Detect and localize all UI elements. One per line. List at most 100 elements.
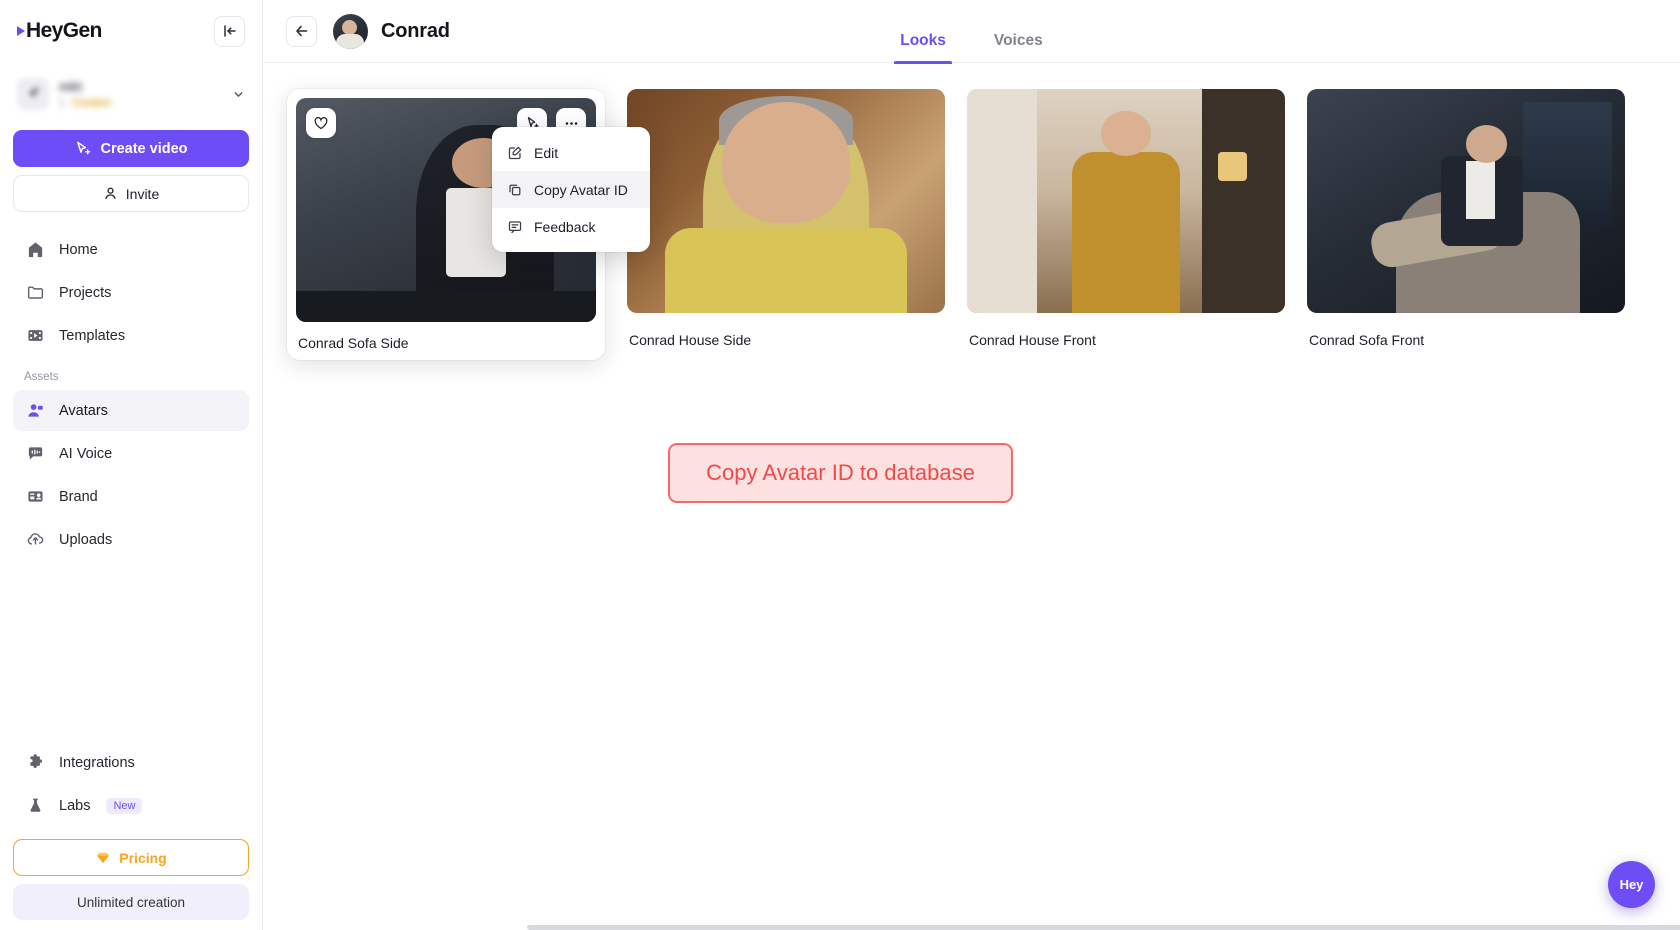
thumb-detail: [1466, 124, 1508, 163]
sidebar-header: HeyGen: [13, 0, 249, 62]
pricing-button[interactable]: Pricing: [13, 839, 249, 876]
look-context-menu: Edit Copy Avatar ID Feedback: [492, 127, 650, 252]
look-card-label: Conrad Sofa Front: [1309, 332, 1425, 348]
sidebar-nav: Home Projects Templates Assets Avatars A…: [13, 229, 249, 560]
invite-label: Invite: [125, 185, 160, 202]
sidebar-item-uploads[interactable]: Uploads: [13, 519, 249, 560]
heart-icon: [314, 117, 328, 130]
thumb-detail: [1100, 111, 1152, 157]
create-video-label: Create video: [100, 140, 188, 157]
pencil-square-icon: [506, 144, 523, 161]
message-icon: [506, 218, 523, 235]
look-thumbnail[interactable]: [967, 89, 1285, 313]
look-thumbnail[interactable]: [1307, 89, 1625, 313]
invite-button[interactable]: Invite: [13, 175, 249, 212]
rocket-icon: [28, 87, 39, 97]
thumb-detail: [1466, 160, 1495, 219]
sidebar-label-projects: Projects: [59, 284, 112, 301]
look-thumbnail[interactable]: [627, 89, 945, 313]
brand-card-icon: [24, 486, 46, 508]
gem-icon: [97, 852, 110, 863]
look-card[interactable]: Conrad Sofa Side Edit Copy Avatar ID Fee…: [287, 89, 650, 360]
logo-play-icon: [17, 26, 25, 36]
help-chat-button[interactable]: Hey: [1608, 861, 1655, 908]
tab-looks-label: Looks: [900, 31, 946, 49]
context-menu-label-copy-avatar-id: Copy Avatar ID: [534, 181, 628, 198]
workspace-selector[interactable]: mkt 1 Creator: [13, 70, 249, 118]
tab-voices[interactable]: Voices: [994, 32, 1043, 63]
voice-bubble-icon: [24, 443, 46, 465]
sidebar-label-avatars: Avatars: [59, 402, 108, 419]
heygen-logo[interactable]: HeyGen: [17, 19, 102, 43]
sidebar-item-avatars[interactable]: Avatars: [13, 390, 249, 431]
home-icon: [24, 239, 46, 261]
sidebar-bottom-nav: Integrations Labs New: [13, 742, 249, 826]
sidebar-collapse-button[interactable]: [214, 15, 245, 47]
thumb-detail: [722, 102, 850, 224]
context-menu-item-copy-avatar-id[interactable]: Copy Avatar ID: [492, 171, 650, 208]
folder-icon: [24, 282, 46, 304]
sidebar: HeyGen mkt 1 Creator Create video Invite…: [0, 0, 263, 930]
thumb-detail: [967, 89, 1037, 313]
horizontal-scrollbar[interactable]: [527, 925, 1680, 930]
sidebar-label-templates: Templates: [59, 327, 126, 344]
look-card[interactable]: Conrad House Front: [967, 89, 1285, 348]
context-menu-label-edit: Edit: [534, 144, 559, 161]
sidebar-label-uploads: Uploads: [59, 531, 113, 548]
sidebar-label-brand: Brand: [59, 488, 98, 505]
film-icon: [24, 325, 46, 347]
panel-collapse-icon: [223, 25, 236, 37]
looks-content: Conrad Sofa Side Edit Copy Avatar ID Fee…: [263, 63, 1680, 930]
unlimited-creation-button[interactable]: Unlimited creation: [13, 884, 249, 920]
look-card-inner: Conrad Sofa Front: [1307, 89, 1625, 348]
back-button[interactable]: [286, 15, 317, 47]
context-menu-item-feedback[interactable]: Feedback: [492, 208, 650, 245]
sidebar-label-ai-voice: AI Voice: [59, 445, 113, 462]
looks-grid: Conrad Sofa Side Edit Copy Avatar ID Fee…: [287, 89, 1656, 360]
sidebar-section-assets: Assets: [24, 371, 59, 383]
sidebar-bottom: Integrations Labs New Pricing Unlimited …: [13, 742, 249, 920]
sidebar-item-brand[interactable]: Brand: [13, 476, 249, 517]
sidebar-item-home[interactable]: Home: [13, 229, 249, 270]
pricing-label: Pricing: [119, 849, 167, 866]
flask-icon: [24, 795, 46, 817]
thumb-detail: [1202, 89, 1285, 313]
sidebar-item-labs[interactable]: Labs New: [13, 785, 249, 826]
look-card-label: Conrad Sofa Side: [298, 335, 409, 351]
main-area: Conrad Looks Voices Conrad Sofa Side Edi…: [263, 0, 1680, 930]
workspace-members: 1: [59, 97, 66, 109]
help-chat-label: Hey: [1619, 877, 1644, 892]
look-card[interactable]: Conrad Sofa Front: [1307, 89, 1625, 348]
context-menu-item-edit[interactable]: Edit: [492, 134, 650, 171]
context-menu-label-feedback: Feedback: [534, 218, 596, 235]
thumb-detail: [1218, 151, 1247, 181]
sidebar-label-integrations: Integrations: [59, 754, 135, 771]
look-card-inner: Conrad House Side: [627, 89, 945, 348]
annotation-copy-avatar-id: Copy Avatar ID to database: [668, 443, 1013, 503]
look-card-label: Conrad House Side: [629, 332, 752, 348]
sidebar-item-integrations[interactable]: Integrations: [13, 742, 249, 783]
favorite-button[interactable]: [306, 108, 336, 138]
look-card-label: Conrad House Front: [969, 332, 1096, 348]
cloud-upload-icon: [24, 529, 46, 551]
sidebar-item-projects[interactable]: Projects: [13, 272, 249, 313]
person-icon: [105, 187, 116, 200]
thumb-detail: [1071, 151, 1181, 313]
cursor-plus-icon: [77, 141, 91, 155]
avatar-thumbnail: [333, 13, 368, 49]
topbar: Conrad Looks Voices: [263, 0, 1680, 64]
labs-new-badge: New: [106, 797, 143, 814]
sidebar-item-ai-voice[interactable]: AI Voice: [13, 433, 249, 474]
workspace-name: mkt: [59, 79, 83, 94]
look-card[interactable]: Conrad House Side: [627, 89, 945, 348]
tab-voices-label: Voices: [993, 31, 1043, 49]
sidebar-label-home: Home: [59, 241, 98, 258]
sidebar-item-templates[interactable]: Templates: [13, 315, 249, 356]
chevron-down-icon: [232, 88, 245, 101]
create-video-button[interactable]: Create video: [13, 130, 249, 167]
annotation-text: Copy Avatar ID to database: [706, 460, 975, 485]
copy-icon: [506, 181, 523, 198]
thumb-detail: [665, 227, 907, 313]
tab-looks[interactable]: Looks: [894, 31, 952, 64]
app-root: HeyGen mkt 1 Creator Create video Invite…: [0, 0, 1680, 930]
